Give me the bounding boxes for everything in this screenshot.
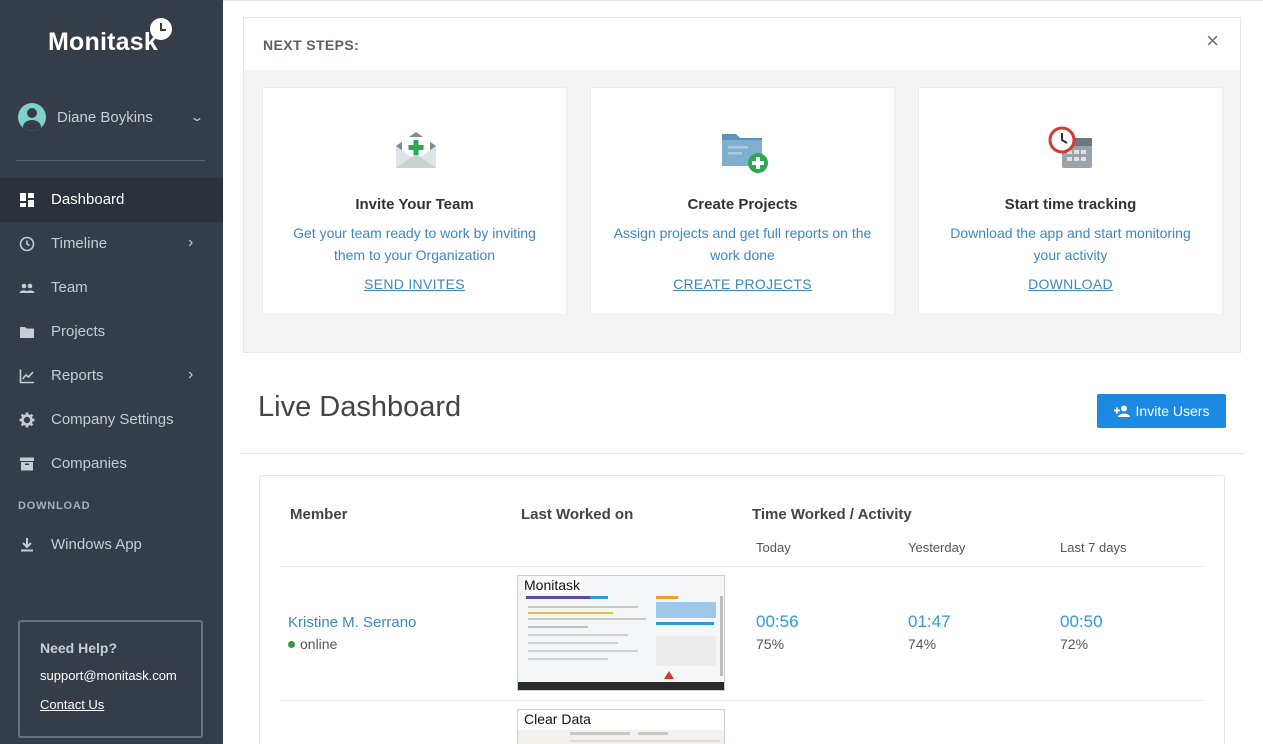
column-header-time-worked: Time Worked / Activity (752, 506, 912, 523)
chevron-down-icon[interactable]: ⌄ (189, 110, 204, 124)
main-top-border (223, 0, 1263, 1)
user-name: Diane Boykins (57, 108, 153, 126)
sidebar-item-dashboard[interactable]: Dashboard (0, 178, 223, 222)
app-logo[interactable]: Monitask (48, 28, 158, 57)
card-description: Assign projects and get full reports on … (613, 225, 872, 263)
column-header-member[interactable]: Member (290, 506, 348, 523)
download-link[interactable]: DOWNLOAD (919, 276, 1222, 292)
screenshot-title: Monitask (524, 577, 584, 593)
people-icon (19, 283, 35, 293)
status-text: online (300, 636, 338, 652)
sidebar-item-company-settings[interactable]: Company Settings (0, 398, 223, 442)
card-title: Invite Your Team (355, 196, 474, 213)
download-icon (21, 538, 33, 552)
screenshot-thumbnail[interactable]: Monitask (517, 575, 725, 691)
card-title: Create Projects (687, 196, 798, 213)
user-menu[interactable]: Diane Boykins ⌄ (18, 103, 206, 131)
help-title: Need Help? (40, 640, 118, 656)
sidebar-item-label: Company Settings (51, 411, 174, 428)
archive-icon (20, 457, 34, 471)
folder-plus-icon (722, 134, 768, 173)
sidebar-item-companies[interactable]: Companies (0, 442, 223, 486)
sidebar-item-label: Timeline (51, 235, 108, 252)
screenshot-preview (518, 576, 724, 690)
sidebar-item-timeline[interactable]: Timeline › (0, 222, 223, 266)
subheader-last-7-days[interactable]: Last 7 days (1060, 540, 1127, 555)
yesterday-time: 01:47 (908, 612, 951, 631)
sidebar-item-label: Reports (51, 367, 104, 384)
column-header-last-worked[interactable]: Last Worked on (521, 506, 633, 523)
live-dashboard-table: Member Last Worked on Time Worked / Acti… (259, 475, 1225, 744)
avatar-icon (18, 103, 46, 131)
clock-icon (19, 236, 35, 252)
clock-calendar-icon (1048, 126, 1092, 168)
sidebar-item-label: Team (51, 279, 88, 296)
gear-icon (19, 412, 35, 428)
sidebar-divider (16, 160, 205, 161)
member-name-link[interactable]: Kristine M. Serrano (288, 614, 416, 631)
online-status-dot (288, 640, 295, 648)
sidebar-item-label: Windows App (51, 536, 142, 553)
member-status: online (288, 636, 337, 652)
sidebar-item-team[interactable]: Team (0, 266, 223, 310)
sidebar-item-reports[interactable]: Reports › (0, 354, 223, 398)
invite-team-card: Invite Your Team Get your team ready to … (262, 87, 567, 315)
sidebar-item-label: Projects (51, 323, 106, 340)
row-divider (280, 566, 1204, 567)
invite-users-label: Invite Users (1135, 403, 1210, 419)
subheader-yesterday[interactable]: Yesterday (908, 540, 965, 555)
last7-activity: 72% (1060, 636, 1089, 652)
create-projects-card: Create Projects Assign projects and get … (590, 87, 895, 315)
support-email-link[interactable]: support@monitask.com (40, 668, 201, 683)
folder-icon (20, 327, 34, 338)
download-section-label: DOWNLOAD (18, 500, 91, 512)
today-time: 00:56 (756, 612, 799, 631)
card-description: Get your team ready to work by inviting … (293, 225, 536, 263)
dashboard-icon (20, 193, 34, 207)
subheader-today[interactable]: Today (756, 540, 791, 555)
contact-us-link[interactable]: Contact Us (40, 697, 201, 712)
sidebar-item-windows-app[interactable]: Windows App (0, 523, 223, 567)
invite-users-button[interactable]: Invite Users (1097, 394, 1226, 428)
send-invites-link[interactable]: SEND INVITES (263, 276, 566, 292)
page-title: Live Dashboard (258, 391, 462, 423)
next-steps-title: NEXT STEPS: (263, 37, 360, 53)
screenshot-thumbnail[interactable]: Clear Data (517, 709, 725, 744)
next-steps-header: NEXT STEPS: × (244, 18, 1240, 70)
envelope-plus-icon (396, 132, 436, 168)
start-tracking-card: Start time tracking Download the app and… (918, 87, 1223, 315)
next-steps-panel: NEXT STEPS: × Invite Your Team Get your … (243, 17, 1241, 353)
add-user-icon (1113, 405, 1130, 417)
chevron-right-icon: › (188, 366, 194, 383)
create-projects-link[interactable]: CREATE PROJECTS (591, 276, 894, 292)
today-activity: 75% (756, 636, 785, 652)
screenshot-title: Clear Data (524, 711, 594, 727)
logo-clock-icon (150, 18, 172, 40)
yesterday-activity: 74% (908, 636, 937, 652)
sidebar: Monitask Diane Boykins ⌄ Dashboard Timel… (0, 0, 223, 744)
chevron-right-icon: › (188, 234, 194, 251)
help-box: Need Help? support@monitask.com Contact … (18, 620, 203, 738)
sidebar-item-label: Companies (51, 455, 127, 472)
row-divider (280, 700, 1204, 701)
section-divider (240, 453, 1244, 454)
card-description: Download the app and start monitoring yo… (950, 225, 1191, 263)
sidebar-item-projects[interactable]: Projects (0, 310, 223, 354)
last7-time: 00:50 (1060, 612, 1103, 631)
card-title: Start time tracking (1004, 196, 1137, 213)
close-icon[interactable]: × (1206, 28, 1219, 54)
chart-icon (19, 369, 34, 384)
sidebar-item-label: Dashboard (51, 191, 125, 208)
